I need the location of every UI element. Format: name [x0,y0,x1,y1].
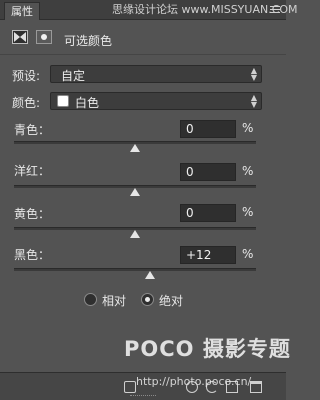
watermark-url: http://photo.poco.cn/ [136,375,252,388]
color-swatch [57,95,69,107]
absolute-label: 绝对 [159,294,184,308]
chevron-updown-icon: ▲ ▼ [250,93,257,109]
magenta-slider-thumb[interactable] [130,188,140,196]
cyan-input[interactable]: 0 [180,120,236,138]
clip-icon[interactable] [124,381,136,393]
trash-icon[interactable] [250,381,262,393]
relative-radio[interactable] [84,293,97,306]
mask-icon[interactable] [36,30,52,44]
method-radio-group: 相对 绝对 [0,292,286,310]
magenta-input[interactable]: 0 [180,163,236,181]
magenta-unit: % [242,164,254,178]
yellow-label: 黄色： [14,207,51,221]
black-input[interactable]: +12 [180,246,236,264]
panel-header: 可选颜色 [0,21,286,55]
relative-label: 相对 [102,294,127,308]
yellow-input[interactable]: 0 [180,204,236,222]
panel-title: 可选颜色 [64,34,113,48]
yellow-unit: % [242,205,254,219]
chevron-updown-icon: ▲ ▼ [250,66,257,82]
black-slider-thumb[interactable] [145,271,155,279]
black-label: 黑色： [14,248,51,262]
cyan-slider-track[interactable] [14,141,256,152]
cyan-label: 青色： [14,123,51,137]
resize-grip[interactable] [130,395,156,398]
cyan-slider-thumb[interactable] [130,144,140,152]
black-unit: % [242,247,254,261]
black-slider-track[interactable] [14,268,256,279]
magenta-label: 洋红： [14,164,51,178]
magenta-slider-track[interactable] [14,185,256,196]
watermark-logo: POCO 摄影专题 [124,337,291,361]
preset-select[interactable]: 自定 ▲ ▼ [50,65,262,83]
colors-select[interactable]: 白色 ▲ ▼ [50,92,262,110]
absolute-radio[interactable] [141,293,154,306]
adjustment-mode-icon[interactable] [12,30,28,44]
cyan-unit: % [242,121,254,135]
preset-value: 自定 [61,69,86,83]
colors-label: 颜色: [12,96,41,110]
preset-label: 预设: [12,69,41,83]
properties-tab[interactable]: 属性 [4,2,40,20]
yellow-slider-track[interactable] [14,227,256,238]
panel-tab-bar: 属性 思缘设计论坛 www.MISSYUAN.COM [0,0,298,20]
menu-icon[interactable] [270,6,280,14]
yellow-slider-thumb[interactable] [130,230,140,238]
colors-value: 白色 [75,96,100,110]
